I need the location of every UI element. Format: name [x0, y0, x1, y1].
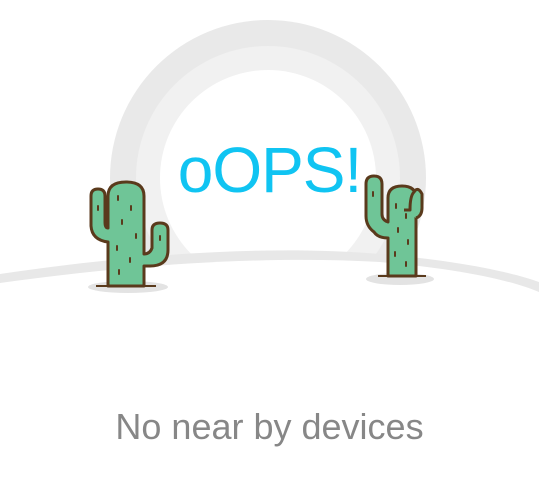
oops-title: oOPS!: [177, 134, 363, 206]
desert-ground-icon: [0, 250, 539, 330]
empty-state-message: No near by devices: [115, 406, 424, 447]
empty-state-screen: oOPS! No near by devices: [0, 0, 539, 504]
